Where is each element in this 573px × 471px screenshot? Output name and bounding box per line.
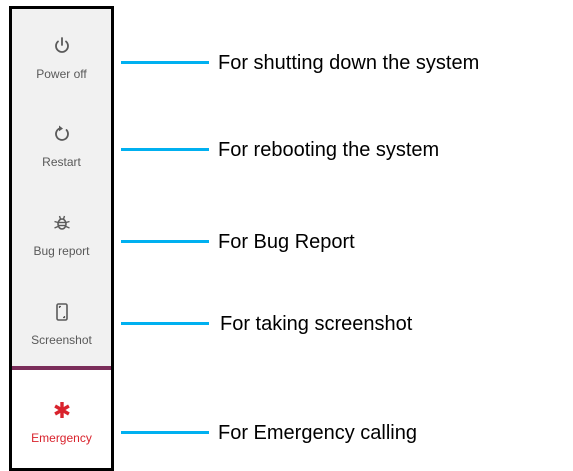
restart-icon [12, 123, 111, 145]
screenshot-icon [12, 301, 111, 323]
emergency-callout: For Emergency calling [218, 422, 417, 444]
bug-icon [12, 212, 111, 234]
emergency-label: Emergency [31, 431, 92, 445]
power-icon [12, 35, 111, 57]
screenshot-callout: For taking screenshot [220, 313, 413, 335]
asterisk-icon [12, 399, 111, 421]
callout-connector [121, 148, 209, 151]
callout-connector [121, 240, 209, 243]
callout-connector [121, 322, 209, 325]
callout-connector [121, 431, 209, 434]
screenshot-label: Screenshot [31, 333, 92, 347]
callout-connector [121, 61, 209, 64]
power-off-label: Power off [36, 67, 87, 81]
bug-report-callout: For Bug Report [218, 231, 355, 253]
bug-report-label: Bug report [33, 244, 90, 258]
restart-label: Restart [42, 155, 81, 169]
power-menu-panel: Power off Restart Bug report Screenshot … [9, 6, 114, 471]
power-off-callout: For shutting down the system [218, 52, 480, 74]
restart-callout: For rebooting the system [218, 139, 440, 161]
